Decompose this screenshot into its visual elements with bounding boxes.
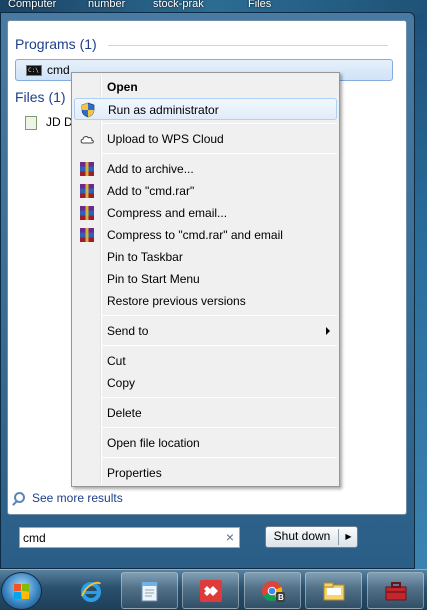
menu-item-delete[interactable]: Delete: [74, 402, 337, 424]
search-box[interactable]: ×: [19, 527, 240, 548]
menu-item-upload-wps-cloud[interactable]: Upload to WPS Cloud: [74, 128, 337, 150]
shutdown-button[interactable]: Shut down: [266, 527, 338, 547]
files-header: Files (1): [15, 89, 66, 105]
taskbar-file-explorer[interactable]: [305, 572, 362, 609]
menu-item-pin-to-start-menu[interactable]: Pin to Start Menu: [74, 268, 337, 290]
winrar-icon: [79, 205, 95, 221]
taskbar-internet-explorer[interactable]: [62, 572, 119, 609]
document-icon: [25, 116, 37, 130]
menu-separator: [102, 427, 337, 428]
winrar-icon: [79, 227, 95, 243]
menu-item-add-to-cmd-rar[interactable]: Add to "cmd.rar": [74, 180, 337, 202]
desktop-label-number[interactable]: number: [88, 0, 125, 10]
menu-item-run-as-administrator[interactable]: Run as administrator: [74, 98, 337, 120]
menu-item-compress-and-email[interactable]: Compress and email...: [74, 202, 337, 224]
menu-separator: [102, 397, 337, 398]
menu-item-send-to[interactable]: Send to: [74, 320, 337, 342]
program-item-label: cmd: [47, 63, 70, 77]
menu-item-properties[interactable]: Properties: [74, 462, 337, 484]
menu-item-open[interactable]: Open: [74, 76, 337, 98]
menu-separator: [102, 123, 337, 124]
menu-item-copy[interactable]: Copy: [74, 372, 337, 394]
chrome-icon: B: [261, 579, 285, 603]
taskbar: B: [0, 569, 427, 610]
taskbar-chrome[interactable]: B: [244, 572, 301, 609]
menu-item-open-file-location[interactable]: Open file location: [74, 432, 337, 454]
search-icon: [14, 492, 25, 503]
menu-separator: [102, 457, 337, 458]
winrar-icon: [79, 183, 95, 199]
shutdown-group: Shut down ▶: [265, 526, 358, 548]
menu-item-cut[interactable]: Cut: [74, 350, 337, 372]
clear-search-icon[interactable]: ×: [226, 529, 234, 545]
taskbar-toolbox[interactable]: [367, 572, 424, 609]
internet-explorer-icon: [79, 579, 103, 603]
menu-item-restore-previous-versions[interactable]: Restore previous versions: [74, 290, 337, 312]
file-explorer-icon: [322, 579, 346, 603]
winrar-icon: [79, 161, 95, 177]
menu-separator: [102, 345, 337, 346]
svg-text:B: B: [278, 593, 284, 602]
start-orb[interactable]: [1, 572, 42, 610]
cloud-icon: [79, 131, 95, 147]
programs-header: Programs (1): [15, 36, 97, 52]
desktop-label-stock[interactable]: stock-prak: [153, 0, 204, 10]
menu-item-add-to-archive[interactable]: Add to archive...: [74, 158, 337, 180]
menu-item-compress-to-cmd-rar-and-email[interactable]: Compress to "cmd.rar" and email: [74, 224, 337, 246]
menu-separator: [102, 153, 337, 154]
command-prompt-icon: C:\: [26, 65, 42, 76]
desktop-label-files[interactable]: Files: [248, 0, 271, 10]
anydesk-icon: [199, 579, 223, 603]
search-input[interactable]: [23, 530, 218, 545]
shutdown-options-button[interactable]: ▶: [339, 527, 358, 547]
programs-header-rule: [108, 45, 388, 46]
menu-separator: [102, 315, 337, 316]
uac-shield-icon: [80, 102, 96, 118]
desktop-label-computer[interactable]: Computer: [8, 0, 56, 10]
toolbox-icon: [384, 579, 408, 603]
notepad-icon: [138, 579, 162, 603]
taskbar-notepad[interactable]: [121, 572, 178, 609]
menu-item-pin-to-taskbar[interactable]: Pin to Taskbar: [74, 246, 337, 268]
windows-logo-icon: [14, 584, 30, 599]
taskbar-anydesk[interactable]: [182, 572, 239, 609]
context-menu: Open Run as administrator Upload to WPS …: [71, 72, 340, 487]
submenu-arrow-icon: [326, 327, 330, 335]
